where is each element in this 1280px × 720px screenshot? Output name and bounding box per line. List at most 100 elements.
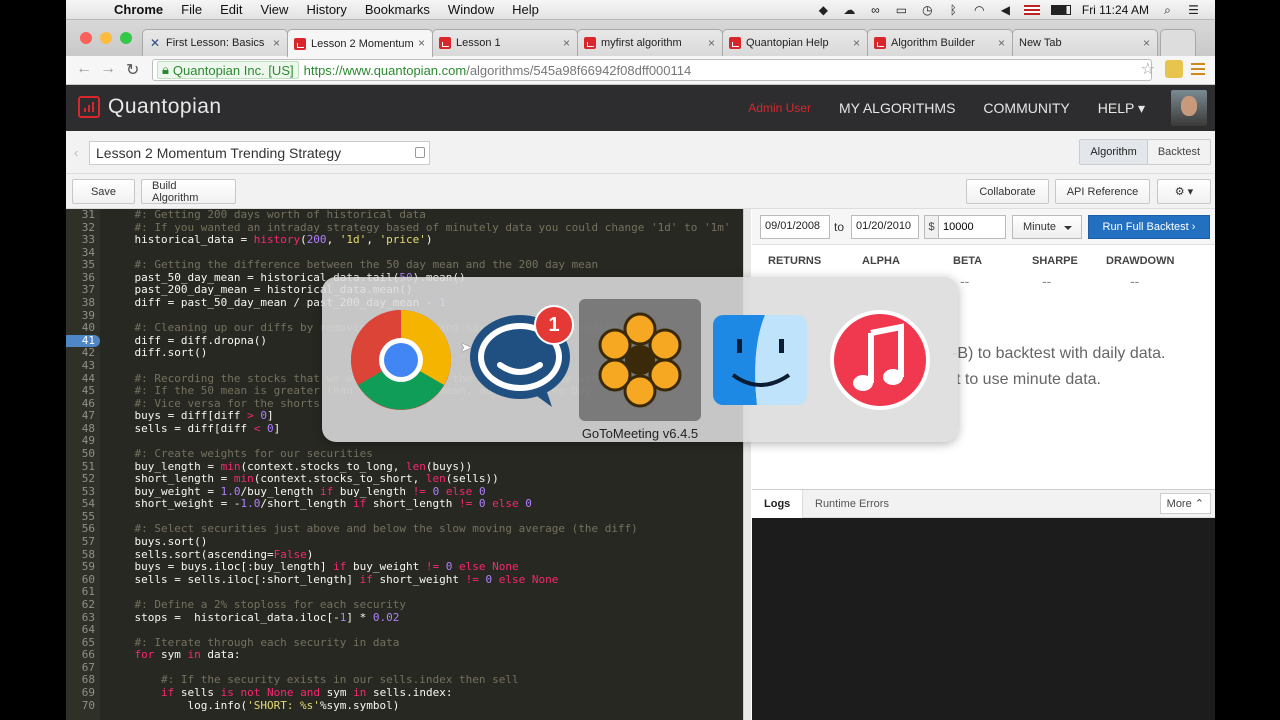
notification-center-icon[interactable]: ☰ [1186,4,1201,16]
more-button[interactable]: More ⌃ [1159,493,1211,514]
close-tab-icon[interactable]: × [273,36,280,50]
line-number[interactable]: 43 [66,359,100,373]
menubar-clock[interactable]: Fri 11:24 AM [1082,3,1149,17]
code-line[interactable]: if sells is not None and sym in sells.in… [108,686,731,700]
minimize-window-button[interactable] [100,32,112,44]
chrome-menu-icon[interactable] [1191,63,1205,75]
menu-history[interactable]: History [297,2,355,17]
menu-file[interactable]: File [172,2,211,17]
nav-community[interactable]: COMMUNITY [983,100,1069,116]
forward-arrow-icon[interactable]: → [100,60,116,78]
settings-button[interactable]: ⚙ ▾ [1157,179,1211,204]
nav-help[interactable]: HELP ▾ [1098,100,1145,117]
line-number[interactable]: 69 [66,686,100,700]
build-algorithm-button[interactable]: Build Algorithm [141,179,236,204]
app-finder[interactable] [699,299,821,421]
app-itunes[interactable] [819,299,941,421]
algorithm-name-field[interactable]: Lesson 2 Momentum Trending Strategy [89,141,430,165]
start-date-input[interactable]: 09/01/2008 [760,215,830,239]
bookmark-star-icon[interactable]: ☆ [1141,59,1155,79]
tab-myfirst-algorithm[interactable]: myfirst algorithm × [577,29,723,56]
tab-lesson-2[interactable]: Lesson 2 Momentum × [287,29,433,57]
tab-first-lesson[interactable]: ✕ First Lesson: Basics × [142,29,288,56]
battery-icon[interactable] [1050,5,1071,15]
menu-help[interactable]: Help [503,2,548,17]
code-line[interactable]: buys.sort() [108,535,731,549]
line-number[interactable]: 47 [66,410,100,423]
cloud-icon[interactable]: ☁ [842,4,857,16]
bluetooth-icon[interactable]: ᛒ [946,4,961,16]
admin-user-link[interactable]: Admin User [748,101,811,115]
line-number[interactable]: 70 [66,699,100,713]
close-tab-icon[interactable]: × [563,36,570,50]
code-line[interactable]: historical_data = history(200, '1d', 'pr… [108,233,731,247]
code-line[interactable]: #: Define a 2% stoploss for each securit… [108,598,731,612]
line-number[interactable]: 50 [66,447,100,461]
run-full-backtest-button[interactable]: Run Full Backtest › [1088,215,1210,239]
tab-algorithm[interactable]: Algorithm [1080,140,1148,164]
time-machine-icon[interactable]: ◷ [920,4,935,16]
line-number[interactable]: 54 [66,498,100,511]
tab-lesson-1[interactable]: Lesson 1 × [432,29,578,56]
code-line[interactable]: short_weight = -1.0/short_length if shor… [108,498,731,511]
wifi-icon[interactable]: ◠ [972,4,987,16]
line-number[interactable]: 62 [66,598,100,612]
line-number[interactable]: 66 [66,649,100,662]
line-number[interactable]: 64 [66,623,100,637]
collaborate-button[interactable]: Collaborate [966,179,1049,204]
tab-logs[interactable]: Logs [752,490,804,518]
frequency-select[interactable]: Minute [1012,215,1082,239]
avatar[interactable] [1171,90,1207,126]
menu-bookmarks[interactable]: Bookmarks [356,2,439,17]
line-number[interactable]: 40 [66,322,100,335]
save-button[interactable]: Save [72,179,135,204]
line-number[interactable]: 38 [66,296,100,310]
code-line[interactable]: buys = buys.iloc[:buy_length] if buy_wei… [108,560,731,574]
close-tab-icon[interactable]: × [708,36,715,50]
end-date-input[interactable]: 01/20/2010 [851,215,919,239]
app-gotomeeting[interactable] [579,299,701,421]
close-window-button[interactable] [80,32,92,44]
api-reference-button[interactable]: API Reference [1055,179,1150,204]
line-number[interactable]: 31 [66,208,100,222]
capital-input[interactable]: $10000 [924,215,1006,239]
evernote-icon[interactable]: ◆ [816,4,831,16]
site-brand[interactable]: Quantopian [108,95,222,119]
code-line[interactable]: #: Getting the difference between the 50… [108,259,731,272]
volume-icon[interactable]: ◀ [998,4,1013,16]
menu-window[interactable]: Window [439,2,503,17]
tab-runtime-errors[interactable]: Runtime Errors [815,490,889,518]
app-chrome[interactable] [340,299,462,421]
line-number[interactable]: 57 [66,535,100,549]
line-number[interactable]: 52 [66,473,100,486]
reload-icon[interactable]: ↻ [126,60,139,80]
code-line[interactable]: sells = sells.iloc[:short_length] if sho… [108,573,731,587]
line-number[interactable]: 35 [66,259,100,272]
spotlight-icon[interactable]: ⌕ [1160,4,1175,16]
tab-new-tab[interactable]: New Tab × [1012,29,1158,56]
close-tab-icon[interactable]: × [1143,36,1150,50]
line-number[interactable]: 33 [66,234,100,247]
menu-app[interactable]: Chrome [112,2,172,17]
lock-icon[interactable] [415,147,425,158]
menu-edit[interactable]: Edit [211,2,251,17]
menu-view[interactable]: View [251,2,297,17]
line-number[interactable]: 45 [66,385,100,398]
chevron-left-icon[interactable]: ‹ [74,145,78,160]
tab-quantopian-help[interactable]: Quantopian Help × [722,29,868,56]
tab-backtest[interactable]: Backtest [1148,140,1210,164]
url-field[interactable]: 🔒︎ Quantopian Inc. [US] https://www.quant… [152,59,1152,81]
close-tab-icon[interactable]: × [418,36,425,50]
extension-icon[interactable] [1165,60,1183,78]
close-tab-icon[interactable]: × [853,36,860,50]
code-line[interactable]: for sym in data: [108,648,731,662]
quantopian-logo-icon[interactable] [78,96,100,118]
new-tab-button[interactable] [1160,29,1196,56]
tab-algorithm-builder[interactable]: Algorithm Builder × [867,29,1013,56]
nav-my-algorithms[interactable]: MY ALGORITHMS [839,100,955,116]
flag-icon[interactable] [1023,5,1040,15]
zoom-window-button[interactable] [120,32,132,44]
back-arrow-icon[interactable]: ← [76,60,92,78]
code-line[interactable]: log.info('SHORT: %s'%sym.symbol) [108,699,731,713]
close-tab-icon[interactable]: × [998,36,1005,50]
